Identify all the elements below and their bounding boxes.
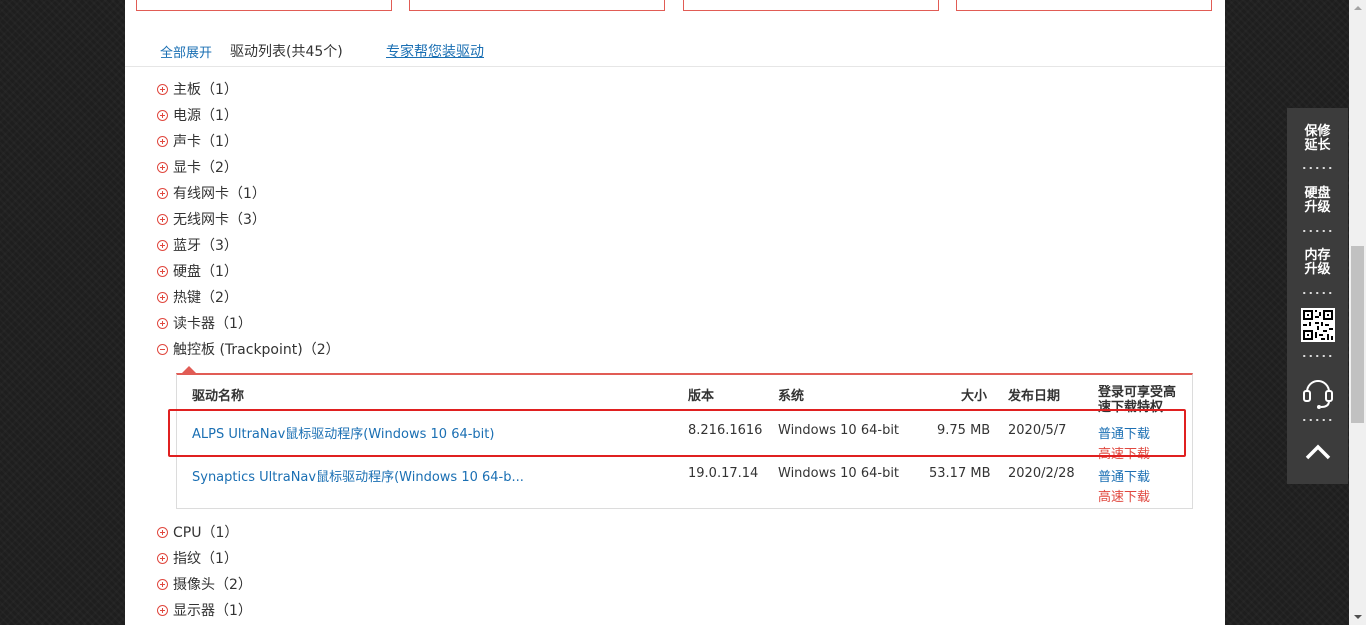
expand-plus-icon <box>157 240 168 251</box>
expand-plus-icon <box>157 292 168 303</box>
scroll-thumb[interactable] <box>1351 246 1364 423</box>
warranty-extend-button[interactable]: 保修 延长 <box>1287 125 1348 153</box>
expand-plus-icon <box>157 214 168 225</box>
category-label: 电源（1） <box>173 108 238 124</box>
disk-upgrade-button[interactable]: 硬盘 升级 <box>1287 187 1348 215</box>
category-sound-card[interactable]: 声卡（1） <box>157 132 238 152</box>
driver-name-link[interactable]: ALPS UltraNav鼠标驱动程序(Windows 10 64-bit) <box>192 423 494 442</box>
main-content: 全部展开 驱动列表(共45个) 专家帮您装驱动 主板（1） 电源（1） 声卡（1… <box>125 0 1225 625</box>
header-name: 驱动名称 <box>192 389 245 404</box>
category-hard-disk[interactable]: 硬盘（1） <box>157 262 238 282</box>
category-mainboard[interactable]: 主板（1） <box>157 80 238 100</box>
memory-upgrade-button[interactable]: 内存 升级 <box>1287 249 1348 277</box>
divider-dots <box>1301 167 1334 169</box>
expand-plus-icon <box>157 527 168 538</box>
scroll-up-arrow-icon[interactable] <box>1349 0 1366 16</box>
category-cpu[interactable]: CPU（1） <box>157 523 238 543</box>
category-label: CPU（1） <box>173 525 239 541</box>
driver-size: 9.75 MB <box>937 423 991 438</box>
category-bluetooth[interactable]: 蓝牙（3） <box>157 236 238 256</box>
qr-code-button[interactable] <box>1287 308 1348 344</box>
divider-dots <box>1301 292 1334 294</box>
category-label: 声卡（1） <box>173 134 238 150</box>
category-monitor[interactable]: 显示器（1） <box>157 601 252 621</box>
top-card[interactable] <box>409 0 665 11</box>
expand-plus-icon <box>157 266 168 277</box>
expand-plus-icon <box>157 84 168 95</box>
expand-plus-icon <box>157 579 168 590</box>
expert-install-link[interactable]: 专家帮您装驱动 <box>386 41 484 61</box>
driver-table: 驱动名称 版本 系统 大小 发布日期 登录可享受高速下载特权 ALPS Ultr… <box>176 373 1193 509</box>
driver-name-link[interactable]: Synaptics UltraNav鼠标驱动程序(Windows 10 64-b… <box>192 466 524 485</box>
category-label: 蓝牙（3） <box>173 238 238 254</box>
category-label: 指纹（1） <box>173 551 238 567</box>
expand-plus-icon <box>157 162 168 173</box>
category-wired-network[interactable]: 有线网卡（1） <box>157 184 266 204</box>
top-card[interactable] <box>136 0 392 11</box>
category-label: 无线网卡（3） <box>173 212 266 228</box>
driver-date: 2020/5/7 <box>1008 423 1067 438</box>
divider-dots <box>1301 355 1334 357</box>
fast-download-link[interactable]: 高速下载 <box>1098 486 1150 505</box>
driver-size: 53.17 MB <box>929 466 991 481</box>
category-graphics-card[interactable]: 显卡（2） <box>157 158 238 178</box>
header-system: 系统 <box>778 389 805 404</box>
top-card[interactable] <box>956 0 1212 11</box>
expand-plus-icon <box>157 318 168 329</box>
fast-download-link[interactable]: 高速下载 <box>1098 443 1150 462</box>
driver-system: Windows 10 64-bit <box>778 466 900 481</box>
category-hotkey[interactable]: 热键（2） <box>157 288 238 308</box>
category-camera[interactable]: 摄像头（2） <box>157 575 252 595</box>
header-version: 版本 <box>688 389 715 404</box>
category-label: 有线网卡（1） <box>173 186 266 202</box>
expand-plus-icon <box>157 136 168 147</box>
category-fingerprint[interactable]: 指纹（1） <box>157 549 238 569</box>
category-card-reader[interactable]: 读卡器（1） <box>157 314 252 334</box>
category-power[interactable]: 电源（1） <box>157 106 238 126</box>
back-to-top-button[interactable] <box>1287 442 1348 466</box>
top-card[interactable] <box>683 0 939 11</box>
divider-dots <box>1301 230 1334 232</box>
headset-icon <box>1302 380 1333 409</box>
category-label: 硬盘（1） <box>173 264 238 280</box>
divider-dots <box>1301 419 1334 421</box>
table-header: 驱动名称 版本 系统 大小 发布日期 登录可享受高速下载特权 <box>177 375 1192 413</box>
category-wireless-network[interactable]: 无线网卡（3） <box>157 210 266 230</box>
header-login-download: 登录可享受高速下载特权 <box>1098 385 1177 413</box>
driver-version: 19.0.17.14 <box>688 466 759 481</box>
category-label: 摄像头（2） <box>173 577 252 593</box>
scroll-down-arrow-icon[interactable] <box>1349 609 1366 625</box>
customer-service-button[interactable] <box>1287 374 1348 412</box>
driver-version: 8.216.1616 <box>688 423 763 438</box>
vertical-scrollbar[interactable] <box>1349 0 1366 625</box>
category-label: 显卡（2） <box>173 160 238 176</box>
expand-all-link[interactable]: 全部展开 <box>160 42 212 61</box>
expand-plus-icon <box>157 110 168 121</box>
expand-plus-icon <box>157 553 168 564</box>
expand-plus-icon <box>157 605 168 616</box>
category-label: 热键（2） <box>173 290 238 306</box>
driver-list-toolbar: 全部展开 驱动列表(共45个) 专家帮您装驱动 <box>125 38 1225 67</box>
expand-plus-icon <box>157 188 168 199</box>
category-touchpad[interactable]: 触控板 (Trackpoint)（2） <box>157 340 340 360</box>
category-label: 触控板 (Trackpoint)（2） <box>173 342 340 358</box>
category-label: 读卡器（1） <box>173 316 252 332</box>
driver-system: Windows 10 64-bit <box>778 423 900 438</box>
driver-date: 2020/2/28 <box>1008 466 1075 481</box>
header-size: 大小 <box>961 389 988 404</box>
chevron-up-icon <box>1305 444 1330 460</box>
normal-download-link[interactable]: 普通下载 <box>1098 423 1150 442</box>
category-label: 主板（1） <box>173 82 238 98</box>
normal-download-link[interactable]: 普通下载 <box>1098 466 1150 485</box>
header-date: 发布日期 <box>1008 389 1061 404</box>
driver-list-title: 驱动列表(共45个) <box>230 44 343 60</box>
qr-code-icon <box>1300 308 1335 342</box>
floating-service-bar: 保修 延长 硬盘 升级 内存 升级 <box>1287 108 1348 484</box>
category-label: 显示器（1） <box>173 603 252 619</box>
collapse-minus-icon <box>157 344 168 355</box>
